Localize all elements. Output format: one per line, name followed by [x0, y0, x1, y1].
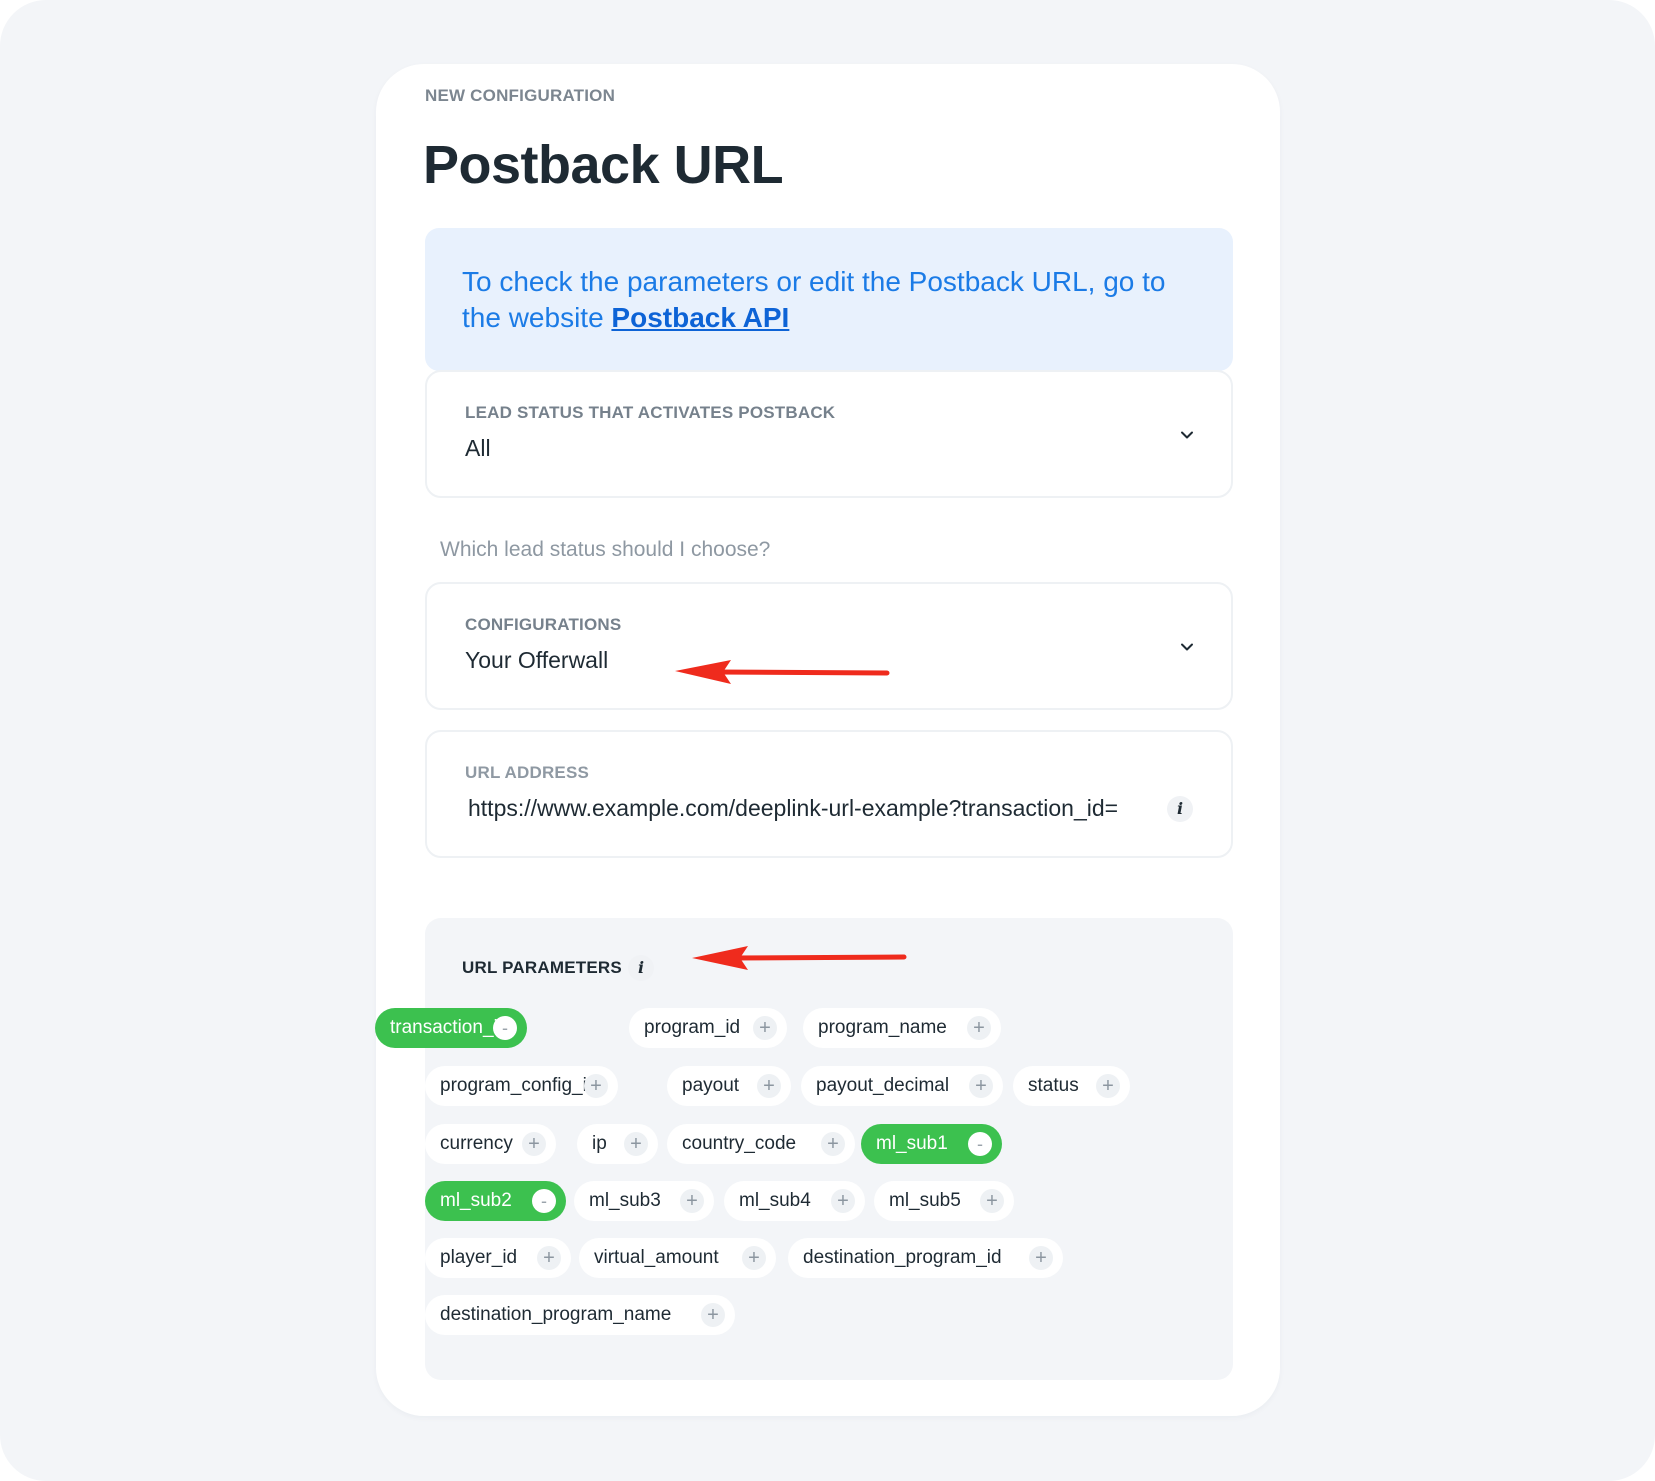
- parameter-chip-destination-program-name[interactable]: destination_program_name +: [425, 1295, 735, 1335]
- plus-icon[interactable]: +: [680, 1189, 704, 1213]
- page-title: Postback URL: [423, 135, 784, 195]
- plus-icon[interactable]: +: [701, 1303, 725, 1327]
- url-address-field[interactable]: URL ADDRESS https://www.example.com/deep…: [425, 730, 1233, 858]
- parameter-chip-currency[interactable]: currency +: [425, 1124, 556, 1164]
- minus-icon[interactable]: -: [968, 1132, 992, 1156]
- annotation-arrow: [675, 660, 890, 684]
- parameter-chip-label: ip: [592, 1133, 607, 1154]
- chevron-down-icon: [1181, 643, 1193, 651]
- postback-config-card: NEW CONFIGURATION Postback URL To check …: [375, 64, 1280, 1416]
- parameter-chip-ip[interactable]: ip +: [577, 1124, 658, 1164]
- lead-status-help-link[interactable]: Which lead status should I choose?: [440, 538, 770, 562]
- parameter-chip-virtual-amount[interactable]: virtual_amount +: [579, 1238, 776, 1278]
- info-icon[interactable]: i: [628, 955, 654, 981]
- lead-status-select[interactable]: LEAD STATUS THAT ACTIVATES POSTBACK All: [425, 370, 1233, 498]
- plus-icon[interactable]: +: [967, 1016, 991, 1040]
- parameter-chip-ml-sub2[interactable]: ml_sub2-: [425, 1181, 566, 1221]
- parameter-chip-label: status: [1028, 1075, 1079, 1096]
- configurations-value: Your Offerwall: [465, 647, 609, 673]
- parameter-chip-ml-sub3[interactable]: ml_sub3 +: [574, 1181, 714, 1221]
- parameter-chip-ml-sub5[interactable]: ml_sub5 +: [874, 1181, 1014, 1221]
- plus-icon[interactable]: +: [753, 1016, 777, 1040]
- section-eyebrow: NEW CONFIGURATION: [425, 86, 616, 105]
- info-banner: To check the parameters or edit the Post…: [425, 228, 1233, 371]
- screenshot-frame: NEW CONFIGURATION Postback URL To check …: [0, 0, 1655, 1481]
- plus-icon[interactable]: +: [522, 1132, 546, 1156]
- lead-status-value: All: [465, 435, 491, 461]
- parameter-chip-label: ml_sub3: [589, 1190, 661, 1211]
- plus-icon[interactable]: +: [537, 1246, 561, 1270]
- parameter-chip-label: destination_program_id: [803, 1247, 1002, 1268]
- parameter-chip-label: program_config_id: [440, 1075, 598, 1096]
- plus-icon[interactable]: +: [584, 1074, 608, 1098]
- plus-icon[interactable]: +: [1029, 1246, 1053, 1270]
- parameter-chip-country-code[interactable]: country_code +: [667, 1124, 855, 1164]
- url-address-input[interactable]: https://www.example.com/deeplink-url-exa…: [468, 795, 1118, 822]
- url-parameters-panel: URL PARAMETERS i transaction_id - program_…: [375, 918, 1233, 1380]
- parameter-chip-label: ml_sub5: [889, 1190, 961, 1211]
- parameter-chip-label: destination_program_name: [440, 1304, 672, 1325]
- configurations-label: CONFIGURATIONS: [465, 615, 622, 634]
- info-icon[interactable]: i: [1167, 796, 1193, 822]
- parameter-chip-label: payout_decimal: [816, 1075, 950, 1096]
- parameter-chip-destination-program-id[interactable]: destination_program_id +: [788, 1238, 1063, 1278]
- parameter-chip-payout[interactable]: payout +: [667, 1066, 791, 1106]
- plus-icon[interactable]: +: [969, 1074, 993, 1098]
- parameter-chip-label: ml_sub4: [739, 1190, 811, 1211]
- parameter-chip-label: program_name: [818, 1017, 947, 1038]
- parameter-chip-label: player_id: [440, 1247, 518, 1268]
- parameter-chip-program-id[interactable]: program_id +: [629, 1008, 787, 1048]
- parameter-chip-label: ml_sub1: [876, 1133, 948, 1154]
- url-parameters-title: URL PARAMETERS: [462, 958, 622, 977]
- parameter-chip-transaction-id[interactable]: transaction_id -: [375, 1008, 527, 1048]
- parameter-chip-label: virtual_amount: [594, 1247, 719, 1268]
- plus-icon[interactable]: +: [980, 1189, 1004, 1213]
- configurations-select[interactable]: CONFIGURATIONS Your Offerwall: [425, 582, 1233, 710]
- parameter-chip-payout-decimal[interactable]: payout_decimal +: [801, 1066, 1003, 1106]
- info-banner-text: To check the parameters or edit the Post…: [462, 266, 1166, 333]
- plus-icon[interactable]: +: [821, 1132, 845, 1156]
- parameter-chip-program-name[interactable]: program_name +: [803, 1008, 1001, 1048]
- plus-icon[interactable]: +: [757, 1074, 781, 1098]
- parameter-chip-label: ml_sub2: [440, 1190, 512, 1211]
- lead-status-label: LEAD STATUS THAT ACTIVATES POSTBACK: [465, 403, 836, 422]
- plus-icon[interactable]: +: [742, 1246, 766, 1270]
- parameter-chip-label: payout: [682, 1075, 740, 1096]
- annotation-arrow: [692, 946, 907, 970]
- plus-icon[interactable]: +: [831, 1189, 855, 1213]
- parameter-chip-player-id[interactable]: player_id +: [425, 1238, 571, 1278]
- minus-icon[interactable]: -: [493, 1016, 517, 1040]
- chevron-down-icon: [1181, 431, 1193, 439]
- url-address-label: URL ADDRESS: [465, 763, 590, 782]
- parameter-chip-program-config-id[interactable]: program_config_id +: [425, 1066, 618, 1106]
- parameter-chip-ml-sub1[interactable]: ml_sub1-: [861, 1124, 1002, 1164]
- plus-icon[interactable]: +: [1096, 1074, 1120, 1098]
- parameter-chip-status[interactable]: status +: [1013, 1066, 1130, 1106]
- parameter-chip-label: program_id: [644, 1017, 741, 1038]
- minus-icon[interactable]: -: [532, 1189, 556, 1213]
- parameter-chip-label: transaction_id: [390, 1017, 509, 1038]
- parameter-chip-label: currency: [440, 1133, 513, 1154]
- parameter-chip-label: country_code: [682, 1133, 797, 1154]
- postback-api-link[interactable]: Postback API: [611, 302, 789, 333]
- plus-icon[interactable]: +: [624, 1132, 648, 1156]
- parameter-chip-ml-sub4[interactable]: ml_sub4 +: [724, 1181, 865, 1221]
